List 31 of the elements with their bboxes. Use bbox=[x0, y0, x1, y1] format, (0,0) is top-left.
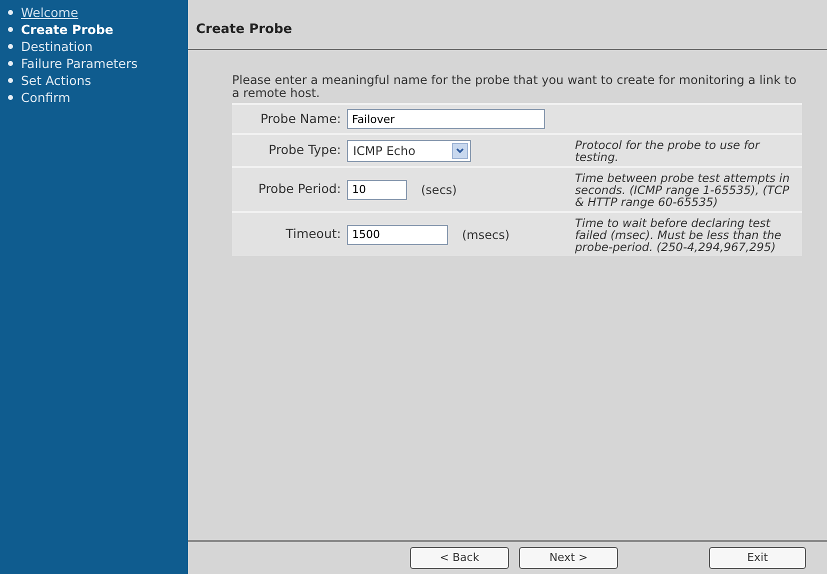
current-step: Create Probe bbox=[21, 21, 114, 38]
nav-link[interactable]: Welcome bbox=[21, 4, 78, 21]
bullet-icon bbox=[8, 78, 13, 83]
text-field[interactable]: 1500 bbox=[347, 224, 448, 244]
field-label: Probe Type: bbox=[268, 141, 342, 160]
unit-label: (msecs) bbox=[462, 226, 510, 244]
step-label: Set Actions bbox=[21, 72, 92, 89]
chevron-down-icon bbox=[456, 148, 464, 154]
help-text: Time to wait before declaring test failed (msec). Must be less than the probe-period. (250-4,294,967,295) bbox=[574, 216, 782, 252]
help-text: Protocol for the probe to use for testing. bbox=[574, 138, 762, 162]
bullet-icon bbox=[8, 44, 13, 49]
field-label: Probe Name: bbox=[259, 110, 342, 128]
step-label: Confirm bbox=[21, 89, 70, 106]
bullet-icon bbox=[8, 10, 13, 15]
field-label: Timeout: bbox=[284, 225, 342, 244]
bullet-icon bbox=[8, 27, 13, 32]
field-label: Probe Period: bbox=[257, 180, 342, 198]
text-field[interactable]: Failover bbox=[347, 109, 545, 129]
bullet-icon bbox=[8, 61, 13, 66]
bullet-icon bbox=[8, 95, 13, 100]
text-field[interactable]: 10 bbox=[347, 180, 407, 200]
intro-text: Please enter a meaningful name for the probe that you want to create for monitoring a link to a remote host. bbox=[232, 74, 798, 100]
exit-button[interactable]: Exit bbox=[709, 547, 806, 569]
dropdown[interactable]: ICMP Echo bbox=[347, 140, 471, 162]
page-title: Create Probe bbox=[188, 0, 827, 50]
step-label: Destination bbox=[21, 38, 93, 55]
unit-label: (secs) bbox=[421, 182, 457, 198]
help-text: Time between probe test attempts in seconds. (ICMP range 1-65535), (TCP & HTTP range 60-65535) bbox=[574, 172, 791, 208]
nav-button[interactable]: Next > bbox=[519, 547, 618, 569]
nav-button[interactable]: < Back bbox=[410, 547, 509, 569]
step-label: Failure Parameters bbox=[21, 55, 138, 72]
